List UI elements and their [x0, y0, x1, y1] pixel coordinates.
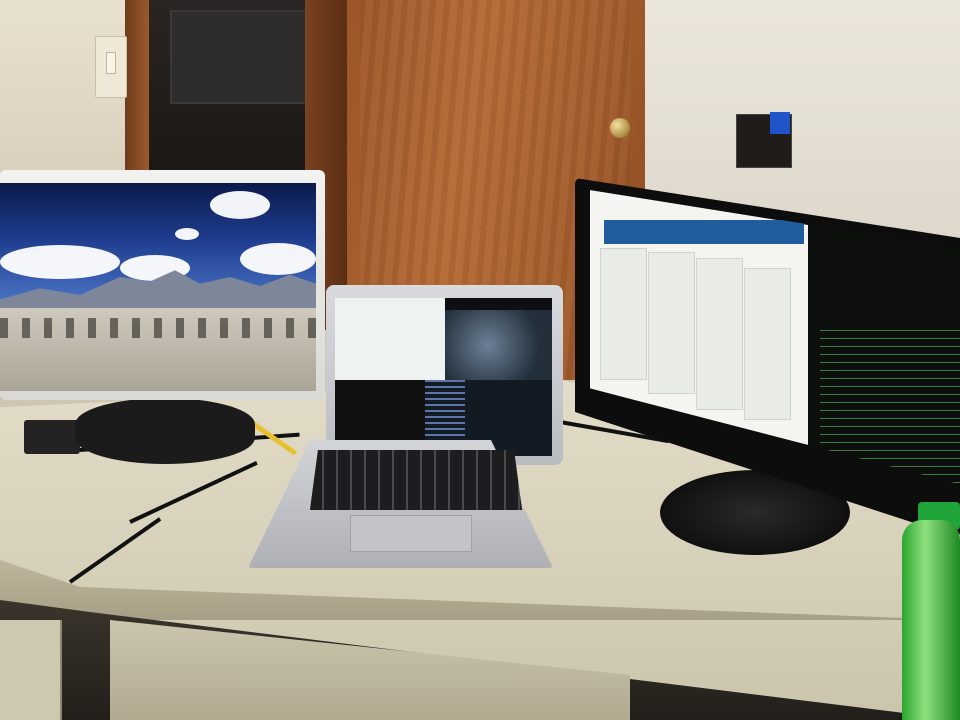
wallpaper-trees — [0, 318, 316, 338]
cloud — [240, 243, 316, 275]
laptop-keyboard — [310, 450, 522, 510]
laptop-window-chat — [335, 298, 445, 380]
browser-column — [744, 268, 791, 420]
cloud — [0, 245, 120, 279]
laptop-trackpad — [350, 515, 472, 552]
browser-column — [696, 258, 743, 410]
door-frame-left — [125, 0, 149, 180]
cloud — [210, 191, 270, 219]
workspace-photo — [0, 0, 960, 720]
left-monitor-screen — [0, 183, 316, 391]
green-soda-bottle — [902, 520, 960, 720]
laptop-window-image — [445, 310, 552, 380]
browser-toolbar — [604, 220, 804, 244]
light-switch-toggle — [106, 52, 116, 74]
cloud — [175, 228, 199, 240]
browser-column — [600, 248, 647, 380]
blue-tape — [770, 112, 790, 134]
door-knob-icon — [610, 118, 630, 138]
external-drive — [24, 420, 80, 454]
doorway-shelf — [170, 10, 314, 104]
left-monitor-stand — [75, 398, 255, 464]
browser-column — [648, 252, 695, 394]
laptop-screen — [335, 298, 552, 456]
chair-edge — [0, 620, 62, 720]
